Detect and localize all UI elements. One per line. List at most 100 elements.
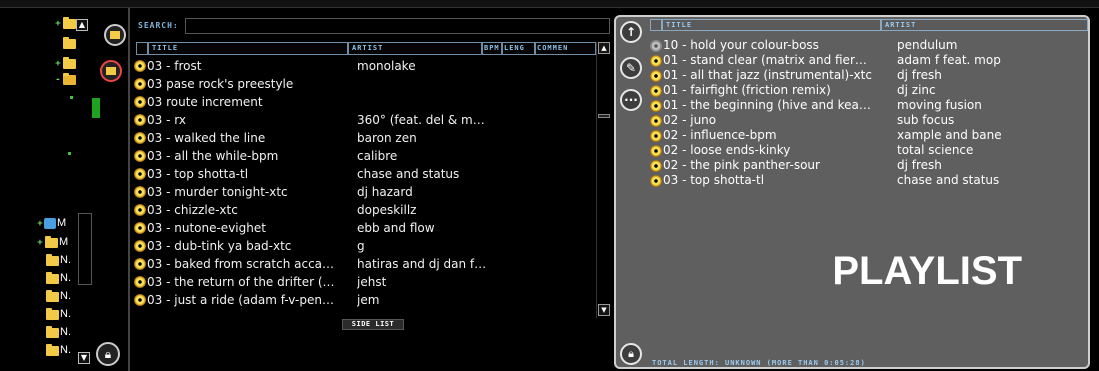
add-folder-button[interactable] — [104, 24, 126, 46]
track-title: 03 - top shotta-tl — [663, 173, 765, 187]
collapse-icon[interactable]: - — [54, 75, 62, 84]
tree-node[interactable] — [62, 36, 76, 51]
scroll-up-button[interactable]: ▲ — [76, 19, 88, 31]
tools-button[interactable]: ✎ — [620, 57, 642, 79]
track-row[interactable]: 03 - top shotta-tl chase and status — [134, 165, 594, 183]
track-artist: g — [357, 239, 365, 253]
track-row[interactable]: 01 - fairfight (friction remix) dj zinc — [650, 83, 1088, 98]
scroll-thumb[interactable] — [598, 114, 610, 118]
tree-node[interactable]: + — [54, 16, 76, 31]
track-row[interactable]: 03 - just a ride (adam f-v-pen… jem — [134, 291, 594, 309]
disc-icon — [650, 129, 662, 142]
track-artist: ebb and flow — [357, 221, 435, 235]
column-title[interactable]: TITLE — [662, 19, 881, 31]
track-row[interactable]: 03 route increment — [134, 93, 594, 111]
track-row[interactable]: 03 - dub-tink ya bad-xtc g — [134, 237, 594, 255]
playlist-list[interactable]: 10 - hold your colour-boss pendulum 01 - s… — [650, 38, 1088, 188]
disc-icon — [134, 132, 146, 144]
disc-icon — [134, 168, 146, 180]
lock-button[interactable]: 🔒︎ — [620, 343, 642, 365]
expand-icon[interactable]: + — [54, 19, 62, 28]
tree-label: N. — [60, 272, 71, 284]
tree-item[interactable]: N. — [45, 343, 71, 358]
side-list-button[interactable]: SIDE LIST — [342, 319, 404, 330]
disc-icon — [134, 150, 146, 162]
track-row[interactable]: 03 - murder tonight-xtc dj hazard — [134, 183, 594, 201]
scroll-down-button[interactable]: ▼ — [598, 304, 610, 316]
tree-label: N. — [60, 290, 71, 302]
folder-icon — [45, 235, 58, 248]
scroll-down-button[interactable]: ▼ — [78, 352, 90, 364]
track-title: 03 - the return of the drifter (… — [147, 275, 335, 289]
arrow-up-icon: ↑ — [625, 25, 637, 39]
tree-label: N. — [60, 326, 71, 338]
tree-node[interactable]: - — [54, 72, 76, 87]
library-list[interactable]: 03 - frost monolake 03 pase rock's preesty… — [134, 57, 594, 309]
move-up-button[interactable]: ↑ — [620, 21, 642, 43]
track-row[interactable]: 03 - chizzle-xtc dopeskillz — [134, 201, 594, 219]
library-pane: SEARCH: TITLE ARTIST BPM LENG COMMEN 03 … — [128, 8, 610, 371]
track-row[interactable]: 03 - the return of the drifter (… jehst — [134, 273, 594, 291]
column-select-all[interactable] — [650, 19, 662, 31]
tree-item[interactable]: N. — [45, 289, 71, 304]
track-row[interactable]: 03 pase rock's preestyle — [134, 75, 594, 93]
remove-folder-button[interactable] — [100, 60, 122, 82]
track-row[interactable]: 10 - hold your colour-boss pendulum — [650, 38, 1088, 53]
track-row[interactable]: 02 - juno sub focus — [650, 113, 1088, 128]
track-row[interactable]: 03 - nutone-evighet ebb and flow — [134, 219, 594, 237]
track-row[interactable]: 03 - top shotta-tl chase and status — [650, 173, 1088, 188]
track-artist: pendulum — [897, 38, 958, 52]
track-row[interactable]: 03 - frost monolake — [134, 57, 594, 75]
folder-tree[interactable]: + ▲ + - + M + M N. N. N. N. N. N. ▼ 🔒︎ — [0, 8, 128, 371]
disc-icon — [134, 204, 146, 216]
expand-icon[interactable]: + — [36, 238, 44, 247]
disc-icon — [134, 240, 146, 252]
track-row[interactable]: 01 - the beginning (hive and kea… moving … — [650, 98, 1088, 113]
search-input[interactable] — [184, 18, 610, 34]
column-artist[interactable]: ARTIST — [881, 19, 1088, 31]
track-title: 03 route increment — [147, 95, 263, 109]
library-scrollbar[interactable]: ▲ ▼ — [596, 42, 610, 318]
tree-item[interactable]: N. — [45, 271, 71, 286]
more-options-button[interactable]: ··· — [620, 89, 642, 111]
tree-item[interactable]: N. — [45, 307, 71, 322]
lock-button[interactable]: 🔒︎ — [96, 342, 120, 366]
column-artist[interactable]: ARTIST — [348, 42, 482, 55]
tree-item[interactable]: N. — [45, 253, 71, 268]
folder-icon — [63, 56, 76, 69]
disc-icon — [650, 84, 662, 97]
tree-item[interactable]: N. — [45, 325, 71, 340]
column-length[interactable]: LENG — [502, 42, 535, 55]
tree-item[interactable]: + M — [36, 235, 68, 250]
track-row[interactable]: 03 - baked from scratch acca… hatiras and… — [134, 255, 594, 273]
column-title[interactable]: TITLE — [148, 42, 348, 55]
disc-icon — [134, 96, 146, 108]
track-row[interactable]: 02 - the pink panther-sour dj fresh — [650, 158, 1088, 173]
track-artist: total science — [897, 143, 974, 157]
tree-item-computer[interactable]: + M — [36, 216, 66, 231]
column-select-all[interactable] — [136, 42, 148, 55]
column-comment[interactable]: COMMEN — [535, 42, 596, 55]
track-row[interactable]: 03 - rx 360° (feat. del & m… — [134, 111, 594, 129]
track-row[interactable]: 02 - loose ends-kinky total science — [650, 143, 1088, 158]
track-row[interactable]: 02 - influence-bpm xample and bane — [650, 128, 1088, 143]
tree-node[interactable]: + — [54, 56, 76, 71]
playlist-panel[interactable]: ↑ ✎ ··· TITLE ARTIST 10 - hold your colo… — [614, 15, 1090, 369]
scroll-up-button[interactable]: ▲ — [598, 42, 610, 54]
folder-icon — [46, 325, 59, 338]
expand-icon[interactable]: + — [54, 59, 62, 68]
track-artist: dj hazard — [357, 185, 413, 199]
tree-scrollbar[interactable] — [78, 213, 92, 285]
expand-icon[interactable]: + — [36, 219, 44, 228]
search-label: SEARCH: — [138, 21, 179, 30]
track-title: 03 - rx — [147, 113, 186, 127]
track-title: 01 - fairfight (friction remix) — [663, 83, 831, 97]
track-row[interactable]: 01 - stand clear (matrix and fier… adam f… — [650, 53, 1088, 68]
column-bpm[interactable]: BPM — [482, 42, 502, 55]
track-row[interactable]: 01 - all that jazz (instrumental)-xtc dj … — [650, 68, 1088, 83]
disc-icon — [650, 174, 662, 187]
track-row[interactable]: 03 - walked the line baron zen — [134, 129, 594, 147]
track-row[interactable]: 03 - all the while-bpm calibre — [134, 147, 594, 165]
track-title: 01 - stand clear (matrix and fier… — [663, 53, 867, 67]
track-title: 02 - loose ends-kinky — [663, 143, 791, 157]
